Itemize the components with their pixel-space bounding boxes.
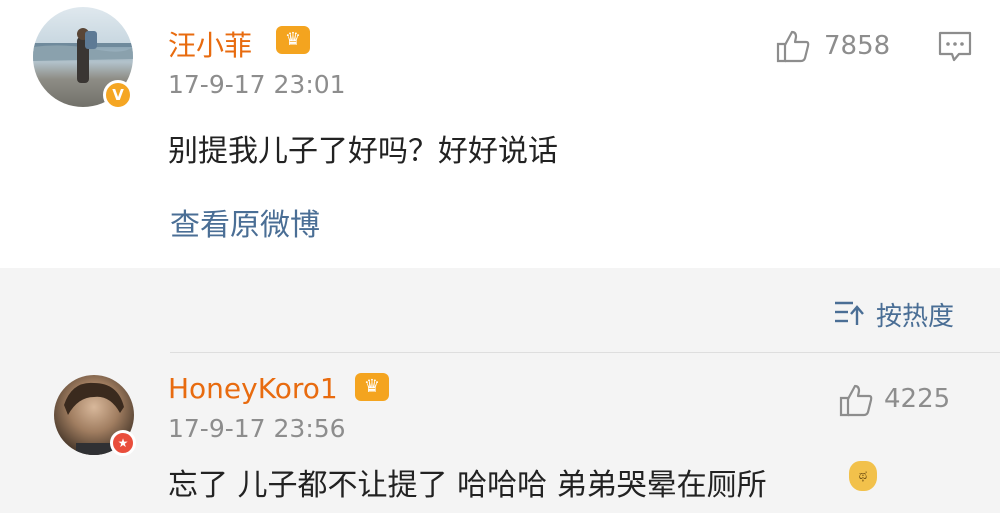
sort-by-hot-button[interactable]: 按热度 [876, 296, 954, 333]
crown-icon: ♛ [355, 373, 389, 401]
red-badge-icon: ★ [110, 430, 136, 456]
comment-text: 忘了 儿子都不让提了 哈哈哈 弟弟哭晕在厕所 [168, 468, 767, 503]
comment-author[interactable]: 汪小菲 [168, 24, 252, 64]
thumbs-up-icon[interactable] [838, 382, 874, 418]
like-count: 4225 [884, 384, 951, 414]
crown-icon: ♛ [276, 26, 310, 54]
like-count: 7858 [824, 31, 891, 61]
verified-v-icon: V [103, 80, 133, 110]
divider [170, 352, 1000, 353]
comment-timestamp: 17-9-17 23:01 [168, 70, 346, 99]
thumbs-up-icon[interactable] [775, 28, 811, 64]
view-original-weibo-link[interactable]: 查看原微博 [170, 200, 320, 244]
comment-timestamp: 17-9-17 23:56 [168, 414, 346, 443]
comment-author[interactable]: HoneyKoro1 [168, 372, 338, 405]
crying-emoji-icon: ಥ [849, 461, 877, 491]
comment-text: 别提我儿子了好吗？好好说话 [168, 134, 558, 169]
comment-icon[interactable] [937, 29, 973, 65]
sort-icon[interactable] [833, 298, 865, 328]
